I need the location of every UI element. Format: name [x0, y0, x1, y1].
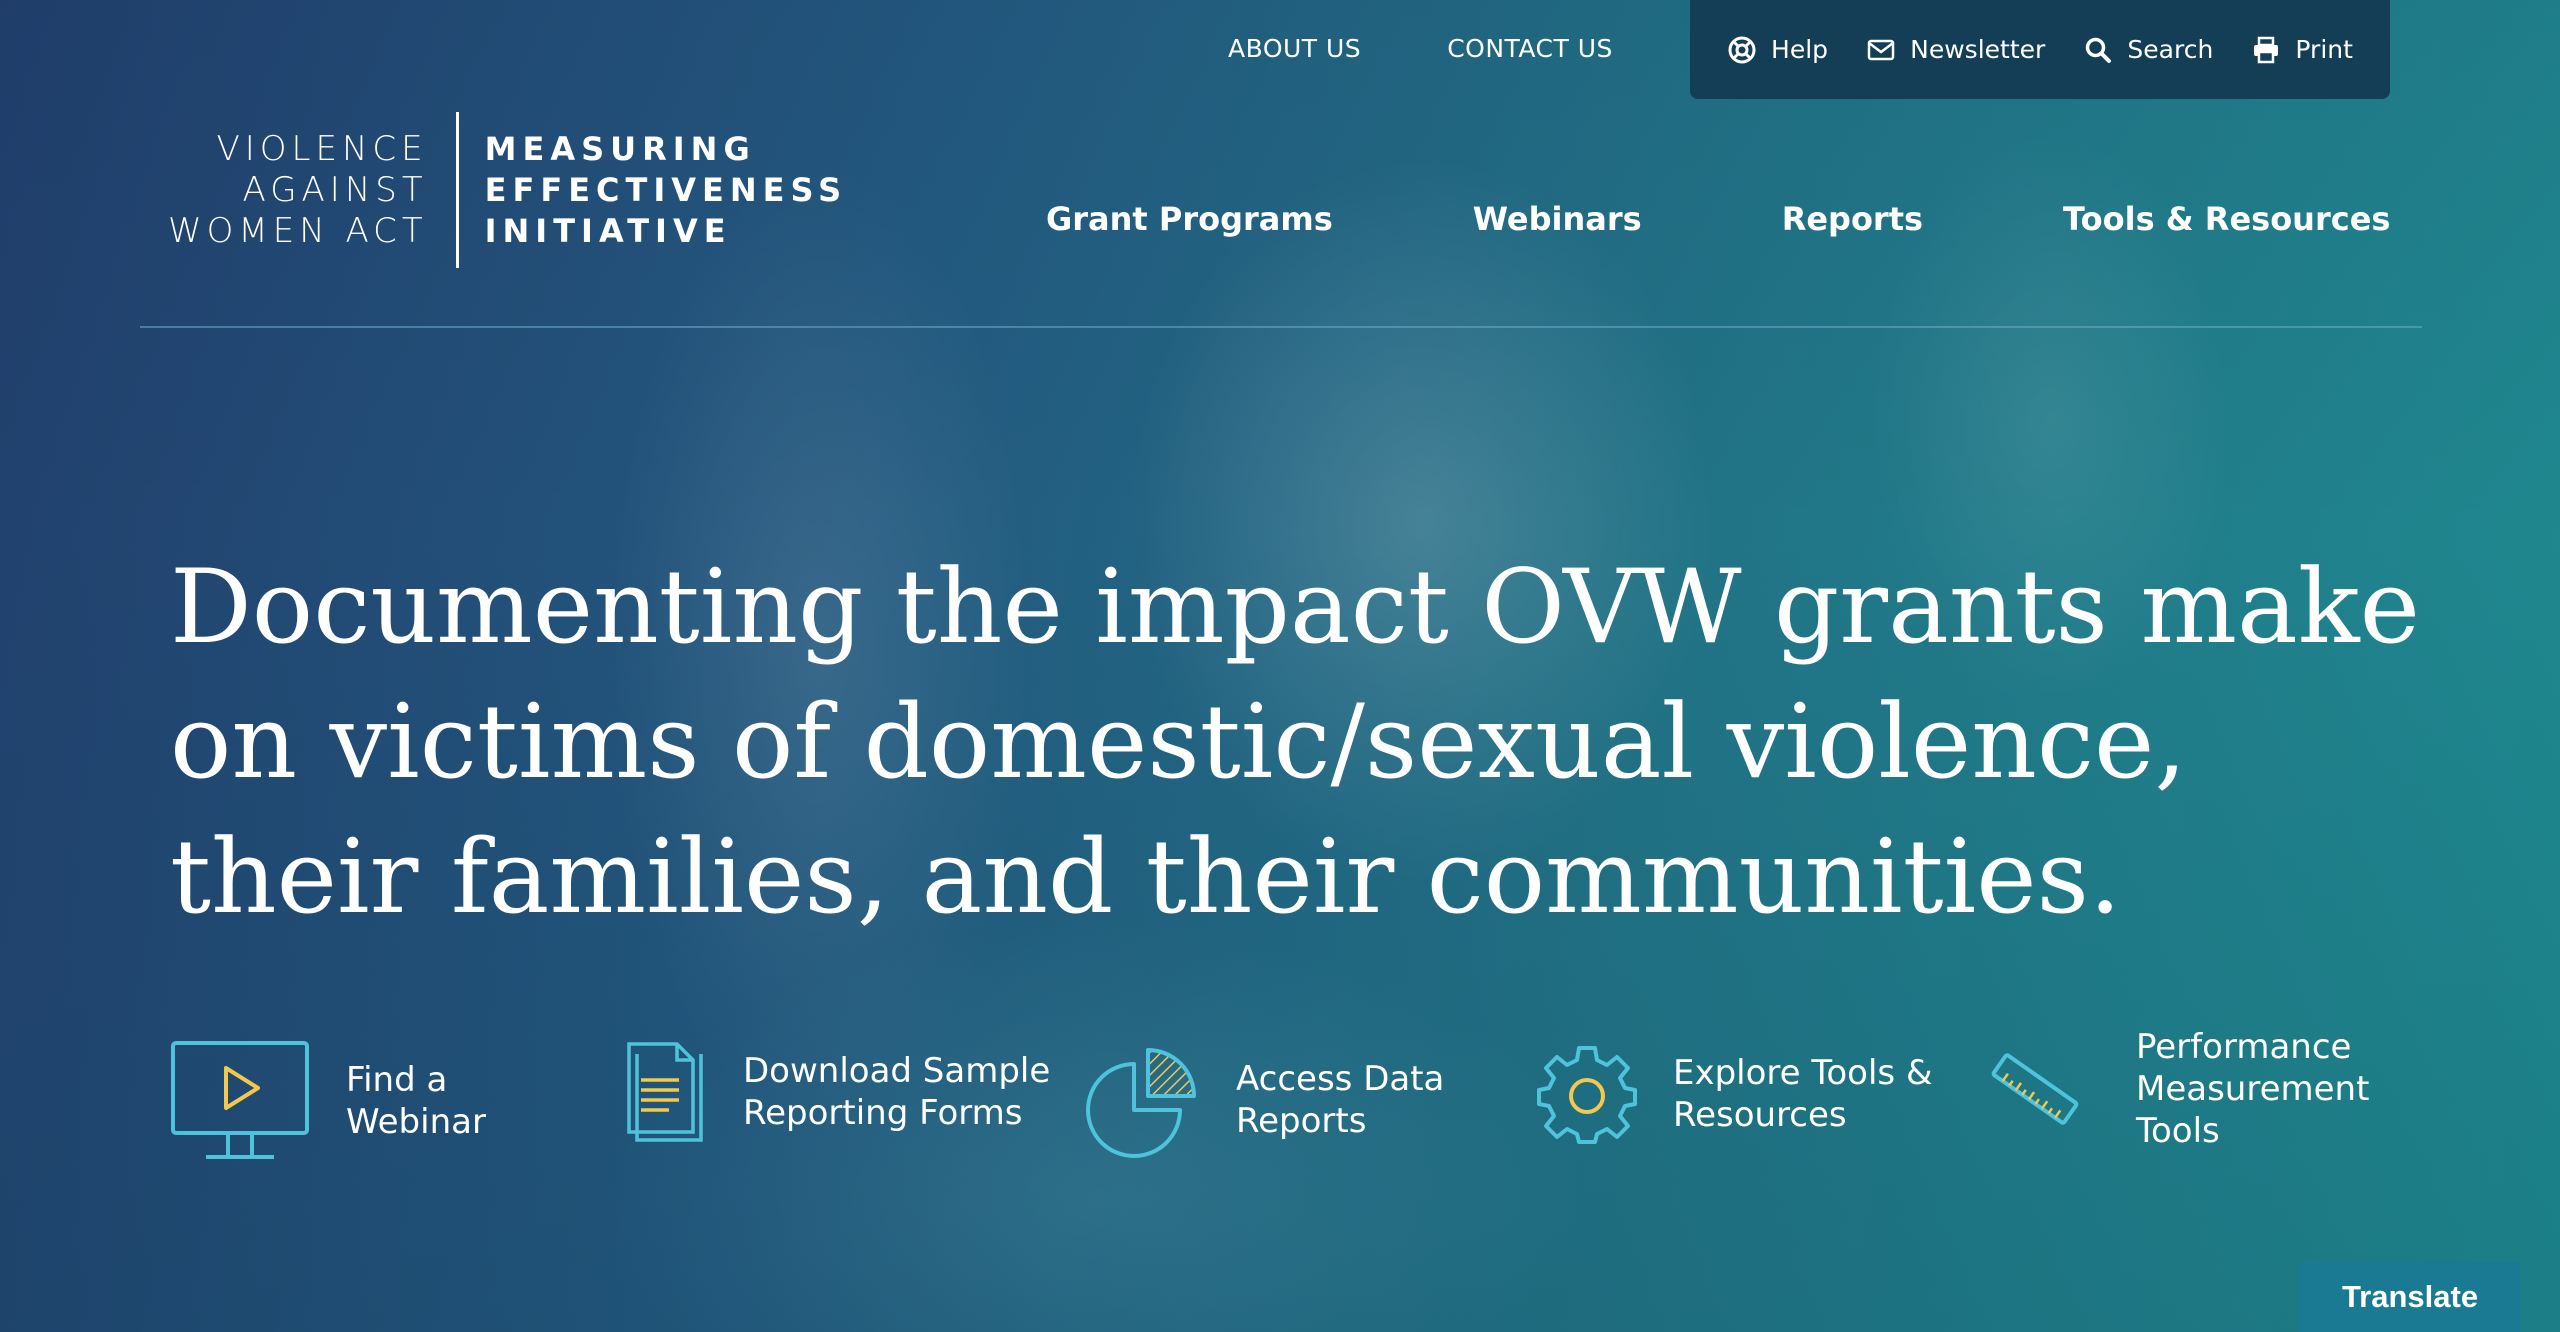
quick-link-access-reports[interactable]: Access Data Reports	[1080, 1042, 1444, 1158]
headline-line: their families, and their communities.	[170, 818, 2122, 937]
quick-link-line: Measurement	[2136, 1069, 2370, 1109]
header-divider	[140, 326, 2422, 328]
quick-link-label: Download Sample Reporting Forms	[743, 1050, 1050, 1134]
quick-link-label: Access Data Reports	[1236, 1058, 1444, 1142]
logo-left-line: VIOLENCE	[216, 128, 428, 169]
quick-link-label: Explore Tools & Resources	[1673, 1052, 1932, 1136]
headline-line: Documenting the impact OVW grants make	[170, 548, 2421, 667]
quick-link-line: Access Data	[1236, 1059, 1445, 1099]
envelope-icon	[1867, 39, 1895, 60]
nav-webinars[interactable]: Webinars	[1473, 200, 1642, 238]
quick-link-line: Reporting Forms	[743, 1093, 1023, 1133]
quick-link-download-forms[interactable]: Download Sample Reporting Forms	[625, 1040, 1050, 1144]
quick-link-line: Download Sample	[743, 1051, 1051, 1091]
quick-link-line: Find a	[346, 1060, 448, 1100]
headline-line: on victims of domestic/sexual violence,	[170, 683, 2187, 802]
main-nav: Grant Programs Webinars Reports Tools & …	[1046, 200, 2390, 238]
gear-icon	[1537, 1046, 1637, 1144]
quick-links: Find a Webinar Download Sample Reporting…	[170, 1027, 2400, 1180]
help-button[interactable]: Help	[1727, 35, 1828, 65]
quick-link-line: Tools	[2136, 1111, 2220, 1151]
about-us-link[interactable]: ABOUT US	[1228, 34, 1361, 63]
document-icon	[627, 1042, 703, 1142]
newsletter-button[interactable]: Newsletter	[1866, 35, 2045, 65]
search-icon	[2086, 37, 2112, 63]
utility-nav: ABOUT US CONTACT US	[1228, 34, 1613, 63]
translate-button[interactable]: Translate	[2300, 1262, 2520, 1332]
site-logo[interactable]: VIOLENCE AGAINST WOMEN ACT MEASURING EFF…	[168, 112, 847, 268]
monitor-play-icon	[171, 1041, 309, 1159]
logo-left-line: WOMEN ACT	[168, 210, 428, 251]
printer-icon	[2254, 36, 2279, 63]
logo-left-line: AGAINST	[242, 169, 428, 210]
print-label: Print	[2295, 35, 2353, 64]
print-button[interactable]: Print	[2251, 35, 2353, 65]
nav-reports[interactable]: Reports	[1782, 200, 1923, 238]
logo-mei-text: MEASURING EFFECTIVENESS INITIATIVE	[485, 129, 848, 252]
hero-headline: Documenting the impact OVW grants make o…	[170, 540, 2430, 945]
quick-link-performance-tools[interactable]: Performance Measurement Tools	[1990, 1026, 2369, 1152]
quick-link-line: Resources	[1673, 1095, 1847, 1135]
lifebuoy-icon	[1728, 36, 1756, 63]
logo-divider	[455, 112, 459, 268]
quick-link-line: Webinar	[346, 1102, 486, 1142]
search-label: Search	[2127, 35, 2214, 64]
quick-link-explore-tools[interactable]: Explore Tools & Resources	[1535, 1042, 1932, 1146]
search-button[interactable]: Search	[2083, 35, 2213, 65]
logo-right-line: EFFECTIVENESS	[484, 170, 848, 209]
quick-link-line: Reports	[1236, 1101, 1367, 1141]
tools-bar: Help Newsletter Search Print	[1690, 0, 2390, 99]
nav-grant-programs[interactable]: Grant Programs	[1046, 200, 1333, 238]
quick-link-find-webinar[interactable]: Find a Webinar	[170, 1040, 486, 1162]
pie-chart-icon	[1086, 1048, 1196, 1158]
logo-right-line: INITIATIVE	[484, 211, 732, 250]
contact-us-link[interactable]: CONTACT US	[1447, 34, 1613, 63]
nav-tools-resources[interactable]: Tools & Resources	[2063, 200, 2390, 238]
logo-vawa-text: VIOLENCE AGAINST WOMEN ACT	[168, 129, 428, 252]
help-label: Help	[1771, 35, 1829, 64]
quick-link-label: Performance Measurement Tools	[2136, 1026, 2369, 1152]
newsletter-label: Newsletter	[1910, 35, 2046, 64]
ruler-icon	[1991, 1053, 2079, 1125]
logo-right-line: MEASURING	[484, 129, 756, 168]
quick-link-line: Performance	[2136, 1027, 2352, 1067]
quick-link-line: Explore Tools &	[1673, 1053, 1933, 1093]
quick-link-label: Find a Webinar	[346, 1059, 486, 1143]
